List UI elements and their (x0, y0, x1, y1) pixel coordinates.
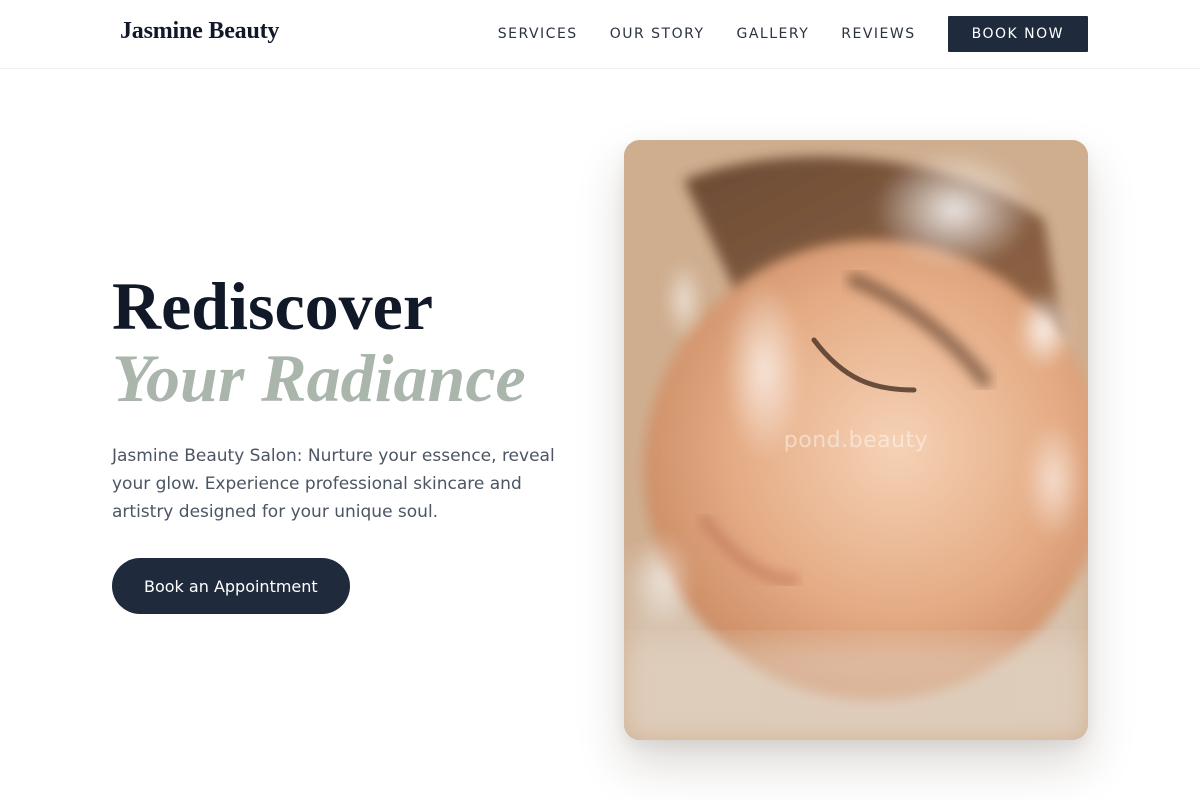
hero-description: Jasmine Beauty Salon: Nurture your essen… (112, 446, 555, 522)
hero-title-line2: Your Radiance (112, 340, 526, 416)
book-now-button[interactable]: BOOK NOW (947, 16, 1088, 52)
nav-links: SERVICES OUR STORY GALLERY REVIEWS BOOK … (498, 0, 1088, 68)
nav-link-services[interactable]: SERVICES (498, 26, 578, 42)
hero-title: Rediscover Your Radiance (112, 268, 582, 412)
hero-title-line1: Rediscover (112, 268, 434, 344)
nav-link-our-story[interactable]: OUR STORY (610, 26, 705, 42)
image-watermark: pond.beauty (783, 428, 929, 453)
brand-logo[interactable]: Jasmine Beauty (120, 18, 279, 45)
nav-link-gallery[interactable]: GALLERY (737, 26, 810, 42)
hero-image: pond.beauty (624, 140, 1088, 740)
top-navigation-bar: Jasmine Beauty SERVICES OUR STORY GALLER… (0, 0, 1200, 69)
nav-link-reviews[interactable]: REVIEWS (841, 26, 915, 42)
hero-section: Rediscover Your Radiance Jasmine Beauty … (112, 268, 582, 614)
book-appointment-button[interactable]: Book an Appointment (112, 558, 350, 614)
